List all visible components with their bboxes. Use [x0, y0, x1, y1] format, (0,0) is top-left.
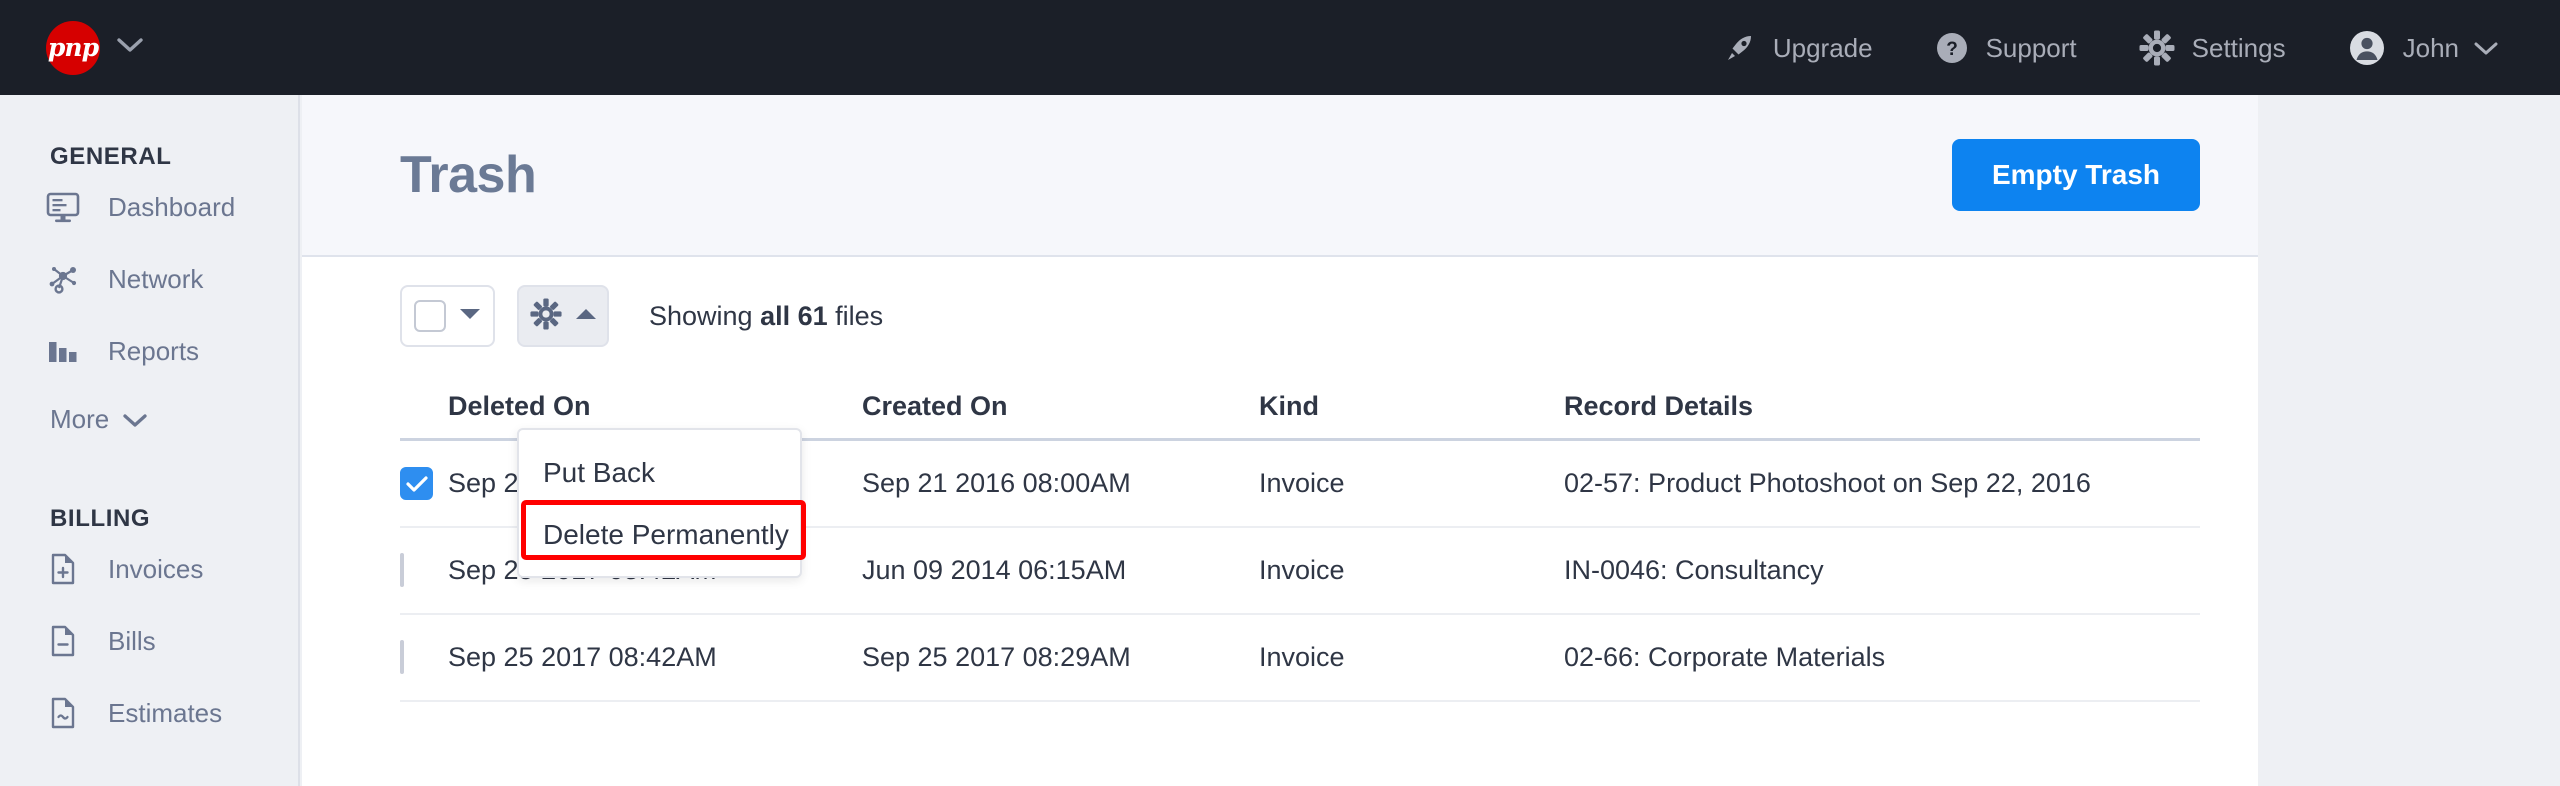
row-checkbox-unchecked[interactable]: [400, 553, 404, 587]
showing-prefix: Showing: [649, 301, 760, 331]
select-all-dropdown-button[interactable]: [400, 285, 495, 347]
cell-kind: Invoice: [1259, 555, 1564, 586]
row-checkbox-cell[interactable]: [400, 555, 448, 586]
sidebar-item-label: Estimates: [108, 698, 222, 729]
row-checkbox-cell[interactable]: [400, 467, 448, 500]
showing-suffix: files: [828, 301, 884, 331]
chevron-down-icon[interactable]: [2474, 32, 2498, 63]
header-deleted-on[interactable]: Deleted On: [448, 391, 862, 422]
cell-created-on: Sep 25 2017 08:29AM: [862, 642, 1259, 673]
bar-chart-icon: [46, 334, 90, 368]
user-avatar-icon: [2348, 29, 2386, 67]
menu-item-put-back[interactable]: Put Back: [519, 442, 800, 504]
sidebar-more-label: More: [50, 404, 109, 435]
row-checkbox-cell[interactable]: [400, 642, 448, 673]
nav-upgrade[interactable]: Upgrade: [1724, 32, 1873, 64]
cell-created-on: Jun 09 2014 06:15AM: [862, 555, 1259, 586]
top-nav-items: Upgrade ? Support: [1662, 29, 2498, 67]
sidebar-item-label: Dashboard: [108, 192, 235, 223]
document-plus-icon: [46, 552, 90, 586]
showing-count: all 61: [760, 301, 828, 331]
nav-upgrade-label: Upgrade: [1773, 35, 1873, 61]
top-navigation-bar: pnp Upgrade ? Support: [0, 0, 2560, 95]
monitor-icon: [46, 190, 90, 224]
chevron-down-icon[interactable]: [117, 37, 143, 58]
table-toolbar: Showing all 61 files: [302, 257, 2258, 375]
empty-trash-button[interactable]: Empty Trash: [1952, 139, 2200, 211]
nav-settings[interactable]: Settings: [2139, 30, 2286, 66]
cell-record-details: IN-0046: Consultancy: [1564, 555, 2200, 586]
rocket-icon: [1724, 32, 1756, 64]
pnp-logo-icon: pnp: [46, 21, 100, 75]
sidebar-section-general: GENERAL: [50, 143, 298, 171]
toolbar-button-group: [400, 285, 609, 347]
actions-gear-dropdown-button[interactable]: [517, 285, 609, 347]
question-circle-icon: ?: [1935, 31, 1969, 65]
gear-icon: [530, 298, 562, 335]
sidebar-item-estimates[interactable]: Estimates: [0, 677, 298, 749]
sidebar-item-label: Invoices: [108, 554, 203, 585]
row-checkbox-checked[interactable]: [400, 467, 433, 500]
table-row[interactable]: Sep 25 2017 08:42AM Sep 25 2017 08:29AM …: [400, 615, 2200, 702]
document-minus-icon: [46, 624, 90, 658]
sidebar-item-label: Network: [108, 264, 203, 295]
gear-actions-dropdown-menu: Put Back Delete Permanently: [517, 428, 802, 578]
cell-created-on: Sep 21 2016 08:00AM: [862, 468, 1259, 499]
sidebar: GENERAL Dashboard: [0, 95, 300, 786]
nav-user-label: John: [2403, 35, 2459, 61]
network-nodes-icon: [46, 262, 90, 296]
caret-up-icon: [575, 307, 597, 326]
sidebar-item-bills[interactable]: Bills: [0, 605, 298, 677]
checkbox-icon: [414, 300, 446, 332]
sidebar-section-billing: BILLING: [50, 505, 298, 533]
brand-logo-menu[interactable]: pnp: [46, 21, 143, 75]
header-kind[interactable]: Kind: [1259, 391, 1564, 422]
cell-record-details: 02-66: Corporate Materials: [1564, 642, 2200, 673]
menu-item-delete-permanently[interactable]: Delete Permanently: [519, 504, 800, 566]
sidebar-item-invoices[interactable]: Invoices: [0, 533, 298, 605]
sidebar-item-label: Reports: [108, 336, 199, 367]
showing-count-text: Showing all 61 files: [649, 301, 883, 332]
gear-icon: [2139, 30, 2175, 66]
nav-support-label: Support: [1986, 35, 2077, 61]
sidebar-item-reports[interactable]: Reports: [0, 315, 298, 387]
document-tilde-icon: [46, 696, 90, 730]
nav-user-menu[interactable]: John: [2348, 29, 2498, 67]
caret-down-icon: [459, 307, 481, 326]
nav-settings-label: Settings: [2192, 35, 2286, 61]
page-header: Trash Empty Trash: [302, 95, 2258, 257]
cell-record-details: 02-57: Product Photoshoot on Sep 22, 201…: [1564, 468, 2200, 499]
cell-kind: Invoice: [1259, 642, 1564, 673]
chevron-down-icon: [123, 404, 147, 435]
svg-text:?: ?: [1946, 39, 1958, 60]
page-title: Trash: [400, 145, 536, 205]
cell-deleted-on: Sep 25 2017 08:42AM: [448, 642, 862, 673]
header-record-details[interactable]: Record Details: [1564, 391, 2200, 422]
nav-support[interactable]: ? Support: [1935, 31, 2077, 65]
sidebar-item-label: Bills: [108, 626, 156, 657]
sidebar-item-network[interactable]: Network: [0, 243, 298, 315]
cell-kind: Invoice: [1259, 468, 1564, 499]
header-created-on[interactable]: Created On: [862, 391, 1259, 422]
row-checkbox-unchecked[interactable]: [400, 640, 404, 674]
sidebar-item-dashboard[interactable]: Dashboard: [0, 171, 298, 243]
sidebar-more-toggle[interactable]: More: [0, 387, 298, 451]
